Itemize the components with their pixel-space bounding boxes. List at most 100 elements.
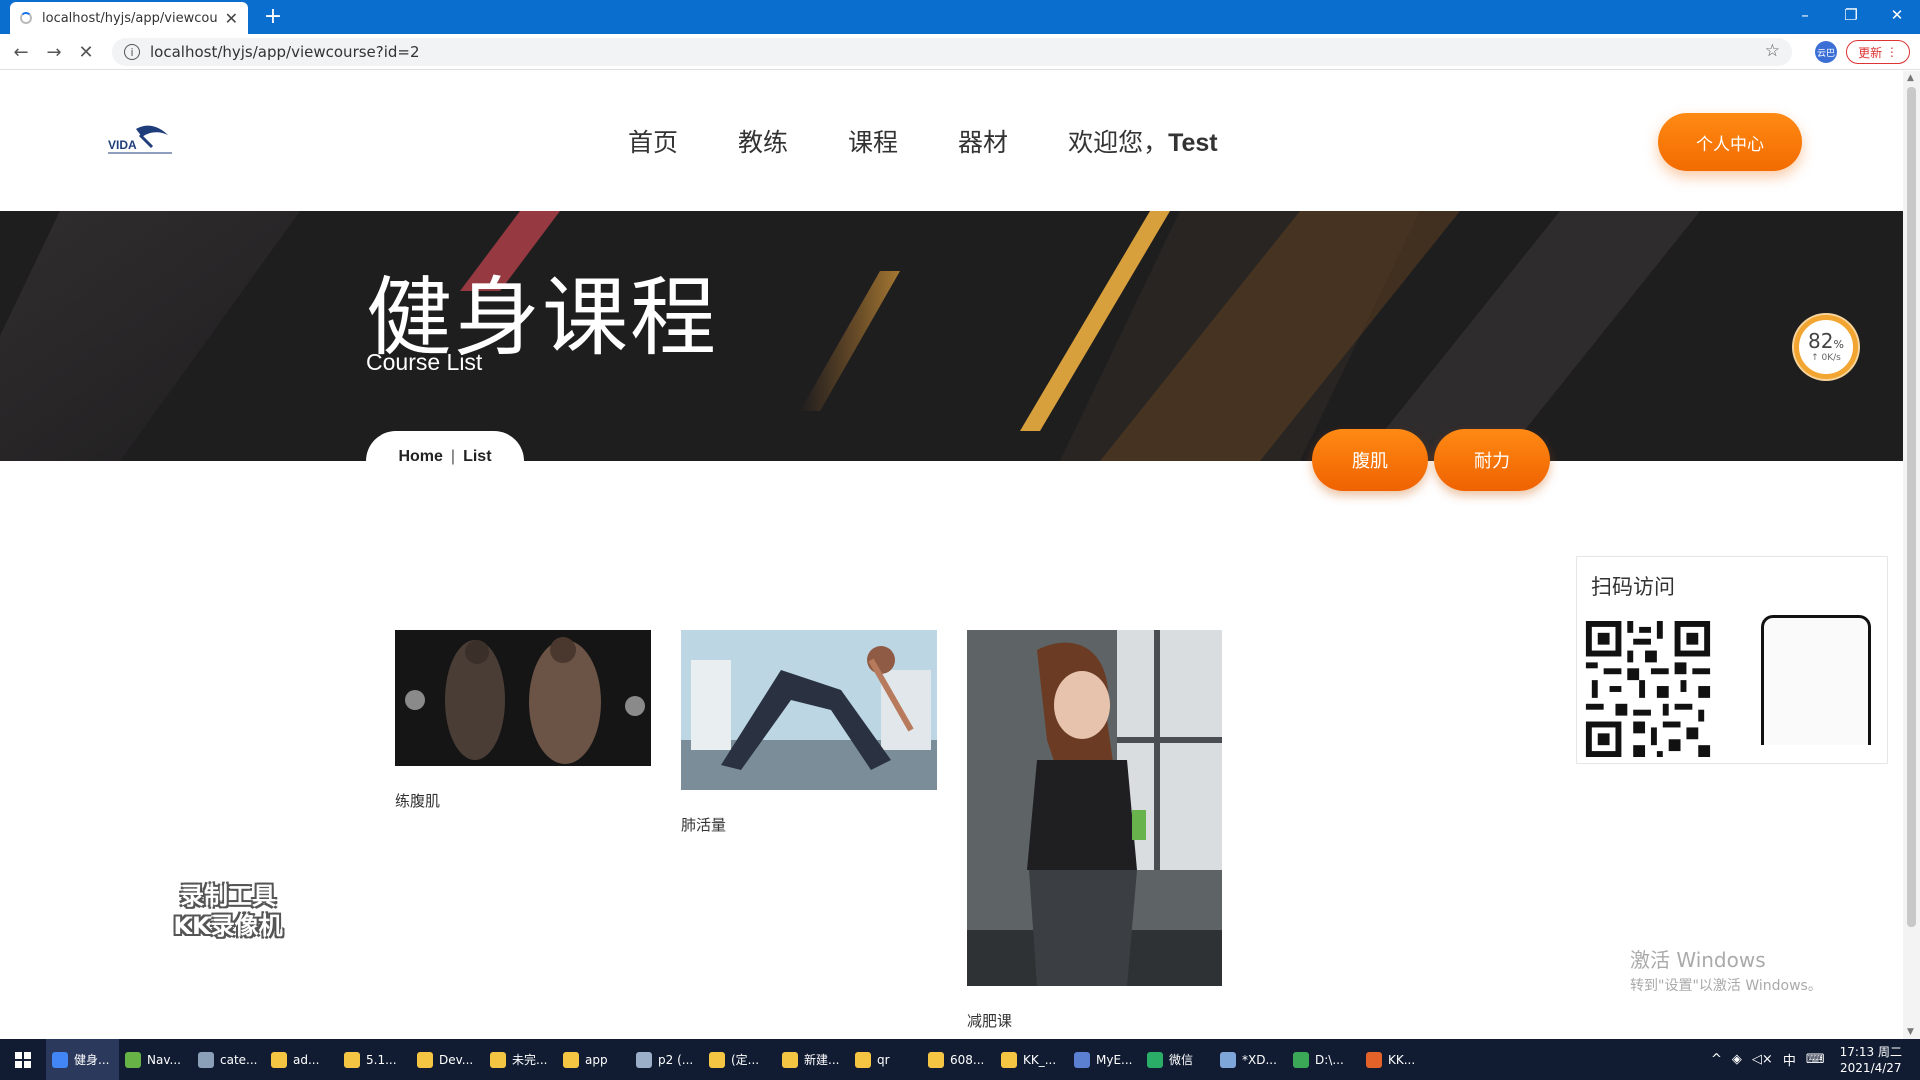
minimize-window-button[interactable]: – [1782, 0, 1828, 30]
page-subtitle: Course List [366, 349, 483, 375]
taskbar-item[interactable]: D:\... [1287, 1039, 1360, 1080]
speed-percent: 82% [1808, 329, 1844, 353]
course-name[interactable]: 减肥课 [967, 1010, 1222, 1031]
taskbar-item[interactable]: qr [849, 1039, 922, 1080]
app-icon [1074, 1051, 1090, 1068]
taskbar-item[interactable]: *XD... [1214, 1039, 1287, 1080]
site-info-icon[interactable]: i [124, 44, 140, 60]
address-bar[interactable]: i localhost/hyjs/app/viewcourse?id=2 ☆ [112, 38, 1792, 66]
welcome-prefix: 欢迎您， [1068, 128, 1169, 157]
app-icon [1220, 1051, 1236, 1068]
breadcrumb-current: List [463, 448, 492, 465]
nav-coaches[interactable]: 教练 [738, 123, 788, 159]
browser-tab[interactable]: localhost/hyjs/app/viewcourse?id=2 ✕ [10, 2, 248, 34]
forward-button[interactable]: → [41, 39, 67, 65]
start-menu-button[interactable] [0, 1039, 46, 1080]
system-tray: ^ ◈ ◁× 中 ⌨ 17:13 周二 2021/4/27 [1706, 1039, 1920, 1080]
taskbar-item[interactable]: app [557, 1039, 630, 1080]
course-name[interactable]: 练腹肌 [395, 790, 651, 811]
volume-icon[interactable]: ◁× [1752, 1052, 1773, 1067]
browser-toolbar: ← → ✕ i localhost/hyjs/app/viewcourse?id… [0, 34, 1920, 70]
tab-title: localhost/hyjs/app/viewcourse?id=2 [42, 10, 217, 26]
stop-loading-button[interactable]: ✕ [73, 39, 99, 65]
windows-logo-icon [15, 1051, 31, 1068]
back-button[interactable]: ← [8, 39, 34, 65]
course-name[interactable]: 肺活量 [681, 814, 937, 835]
app-icon [636, 1051, 652, 1068]
course-image[interactable] [967, 630, 1222, 986]
taskbar-item[interactable]: (定... [703, 1039, 776, 1080]
folder-icon [490, 1051, 506, 1068]
network-speed-widget[interactable]: 82% ↑ 0K/s [1794, 315, 1858, 379]
update-button[interactable]: 更新 ⋮ [1846, 40, 1910, 64]
page-scrollbar[interactable]: ▲ ▼ [1903, 71, 1920, 1039]
taskbar-item[interactable]: 608... [922, 1039, 995, 1080]
breadcrumb-separator: | [450, 448, 456, 465]
url-text: localhost/hyjs/app/viewcourse?id=2 [150, 43, 420, 61]
taskbar-clock[interactable]: 17:13 周二 2021/4/27 [1840, 1044, 1902, 1076]
speed-rate: ↑ 0K/s [1811, 353, 1841, 363]
nav-equipment[interactable]: 器材 [958, 123, 1008, 159]
main-nav: 首页 教练 课程 器材 欢迎您，Test [628, 123, 1218, 159]
scroll-down-icon[interactable]: ▼ [1907, 1027, 1914, 1037]
nav-courses[interactable]: 课程 [848, 123, 898, 159]
clock-time: 17:13 周二 [1839, 1044, 1902, 1059]
app-icon [125, 1051, 141, 1068]
category-endurance-button[interactable]: 耐力 [1434, 429, 1550, 491]
profile-avatar[interactable]: 云巴 [1815, 41, 1837, 63]
course-card[interactable]: 练腹肌 [395, 630, 651, 811]
scroll-up-icon[interactable]: ▲ [1907, 73, 1914, 83]
taskbar-item[interactable]: Nav... [119, 1039, 192, 1080]
page-banner: 健身课程 Course List [0, 211, 1903, 461]
course-image[interactable] [395, 630, 651, 766]
taskbar-item[interactable]: KK_... [995, 1039, 1068, 1080]
bookmark-star-icon[interactable]: ☆ [1765, 41, 1780, 61]
close-tab-icon[interactable]: ✕ [225, 9, 238, 28]
vida-logo[interactable]: VIDA [106, 121, 176, 155]
wechat-icon [1147, 1051, 1163, 1068]
taskbar-item[interactable]: 微信 [1141, 1039, 1214, 1080]
course-card[interactable]: 肺活量 [681, 630, 937, 835]
app-icon [198, 1051, 214, 1068]
taskbar-item[interactable]: 新建... [776, 1039, 849, 1080]
user-center-button[interactable]: 个人中心 [1658, 113, 1802, 171]
logo-text: VIDA [108, 138, 137, 152]
category-abs-button[interactable]: 腹肌 [1312, 429, 1428, 491]
taskbar-item[interactable]: cate... [192, 1039, 265, 1080]
breadcrumb: Home | List [366, 431, 524, 491]
taskbar-item[interactable]: KK... [1360, 1039, 1433, 1080]
taskbar-item[interactable]: 5.1... [338, 1039, 411, 1080]
folder-icon [855, 1051, 871, 1068]
network-icon[interactable]: ◈ [1732, 1052, 1742, 1067]
recorder-watermark: 录制工具 KK录像机 [173, 882, 283, 940]
taskbar-item[interactable]: 健身... [46, 1039, 119, 1080]
scrollbar-thumb[interactable] [1907, 87, 1916, 927]
qr-title: 扫码访问 [1591, 575, 1675, 599]
taskbar-item[interactable]: Dev... [411, 1039, 484, 1080]
taskbar-apps: 健身... Nav... cate... ad... 5.1... Dev...… [46, 1039, 1433, 1080]
course-card[interactable]: 减肥课 [967, 630, 1222, 1031]
course-image[interactable] [681, 630, 937, 790]
close-window-button[interactable]: ✕ [1874, 0, 1920, 30]
taskbar-item[interactable]: MyE... [1068, 1039, 1141, 1080]
windows-activation-notice: 激活 Windows 转到"设置"以激活 Windows。 [1630, 948, 1822, 994]
restore-window-button[interactable]: ❐ [1828, 0, 1874, 30]
folder-icon [782, 1051, 798, 1068]
keyboard-icon[interactable]: ⌨ [1806, 1052, 1825, 1067]
taskbar-item[interactable]: 未完... [484, 1039, 557, 1080]
folder-icon [417, 1051, 433, 1068]
taskbar-item[interactable]: p2 (... [630, 1039, 703, 1080]
qr-code-icon[interactable] [1585, 621, 1711, 757]
breadcrumb-home[interactable]: Home [398, 448, 442, 466]
app-icon [52, 1051, 68, 1068]
folder-icon [563, 1051, 579, 1068]
welcome-message: 欢迎您，Test [1068, 123, 1218, 159]
tray-chevron-icon[interactable]: ^ [1711, 1052, 1722, 1067]
nav-home[interactable]: 首页 [628, 123, 678, 159]
new-tab-button[interactable]: + [260, 4, 286, 29]
taskbar-item[interactable]: ad... [265, 1039, 338, 1080]
folder-icon [709, 1051, 725, 1068]
ime-indicator[interactable]: 中 [1783, 1050, 1796, 1069]
app-icon [1366, 1051, 1382, 1068]
folder-icon [1001, 1051, 1017, 1068]
